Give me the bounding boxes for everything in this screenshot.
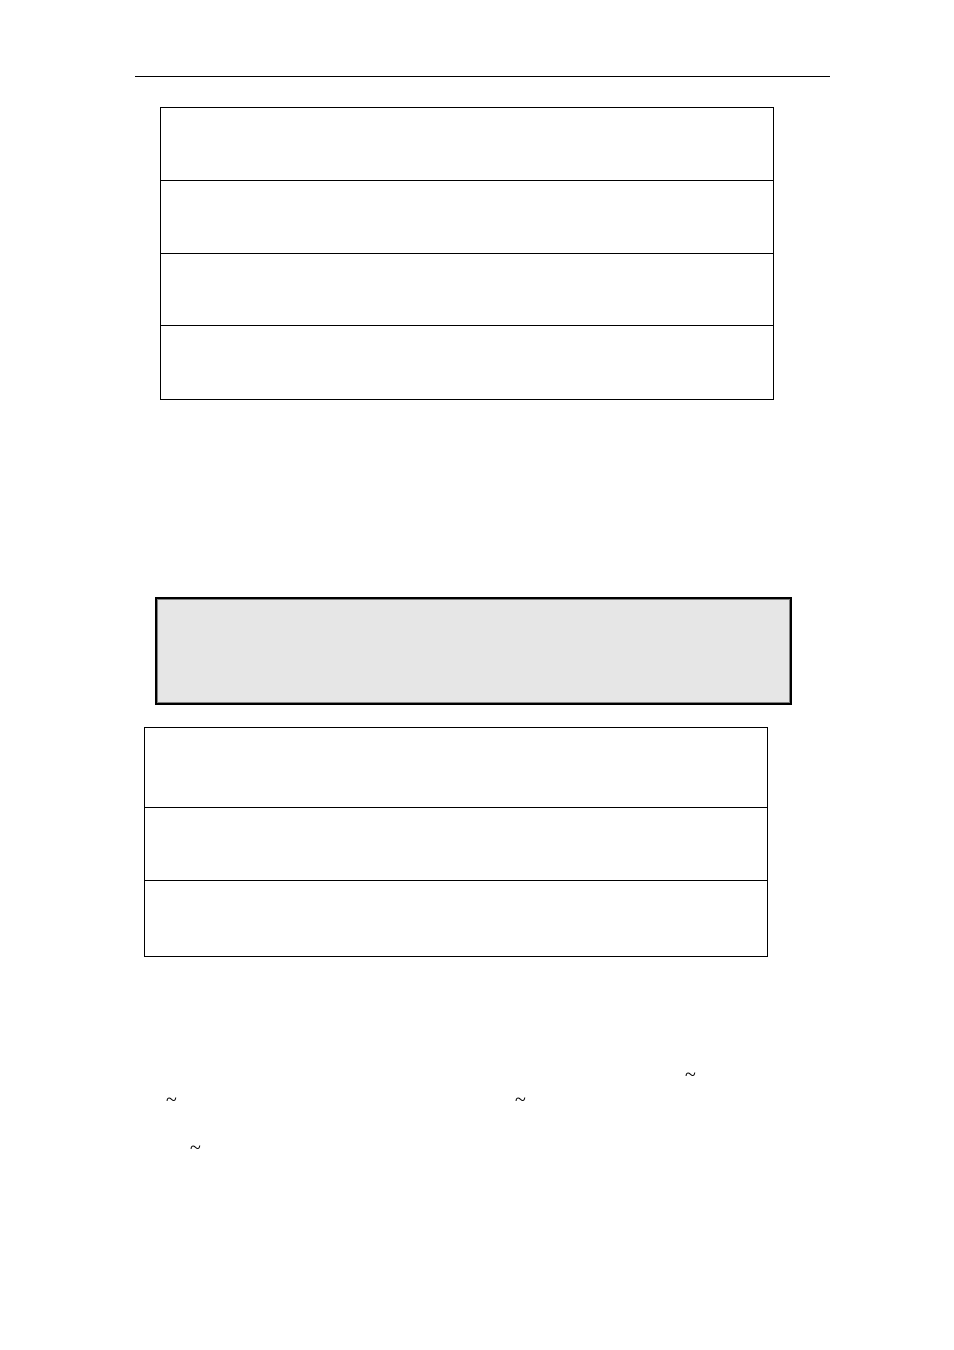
table-row (161, 181, 774, 254)
table-row (161, 108, 774, 181)
tilde-icon: ~ (190, 1138, 201, 1158)
table-row (161, 326, 774, 400)
tilde-icon: ~ (685, 1065, 696, 1085)
header-rule (135, 76, 830, 77)
table-1 (160, 107, 774, 400)
cell (145, 881, 768, 957)
cell (161, 181, 774, 254)
table-2 (144, 727, 768, 957)
table-row (145, 881, 768, 957)
page (0, 0, 954, 957)
tilde-icon: ~ (515, 1090, 526, 1110)
cell (161, 254, 774, 326)
table-row (145, 728, 768, 808)
table-row (145, 808, 768, 881)
shaded-box (155, 597, 792, 705)
cell (145, 728, 768, 808)
tilde-icon: ~ (166, 1090, 177, 1110)
cell (145, 808, 768, 881)
cell (161, 326, 774, 400)
cell (161, 108, 774, 181)
table-row (161, 254, 774, 326)
